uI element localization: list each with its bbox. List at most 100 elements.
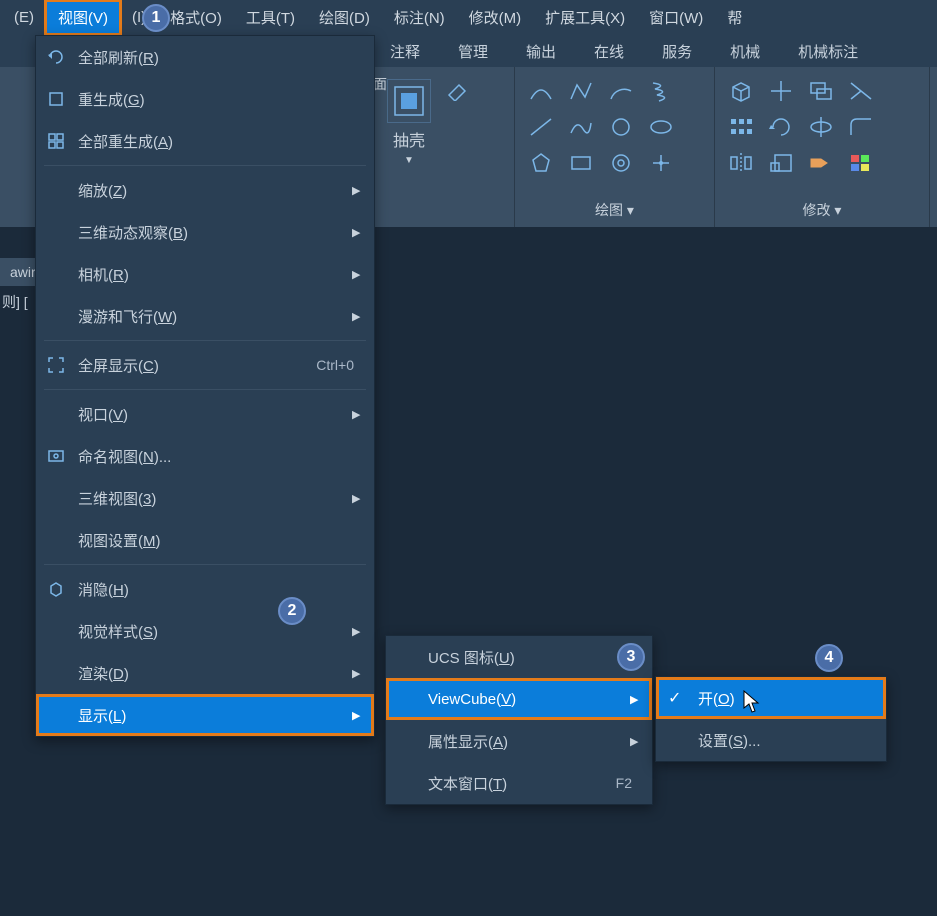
submenu-arrow-icon: ▶ xyxy=(630,735,640,748)
separator xyxy=(44,564,366,565)
menubar: (E) 视图(V) (I) 格式(O) 工具(T) 绘图(D) 标注(N) 修改… xyxy=(0,0,937,35)
menu-viewcube-settings[interactable]: 设置(S)... xyxy=(656,719,886,761)
box-icon[interactable] xyxy=(723,75,759,107)
separator xyxy=(44,389,366,390)
scale-icon[interactable] xyxy=(763,147,799,179)
rotate-icon[interactable] xyxy=(763,111,799,143)
menu-item-label: 渲染(D) xyxy=(78,663,352,684)
menu-tools[interactable]: 工具(T) xyxy=(234,1,307,34)
ribbon-tab-mechanical[interactable]: 机械 xyxy=(720,37,770,66)
ribbon-tab-annotate[interactable]: 注释 xyxy=(380,37,430,66)
menu-help[interactable]: 帮 xyxy=(715,1,754,34)
menu-3d-orbit[interactable]: 三维动态观察(B) ▶ xyxy=(36,211,374,253)
menu-fullscreen[interactable]: 全屏显示(C) Ctrl+0 xyxy=(36,344,374,386)
mirror-icon[interactable] xyxy=(723,147,759,179)
named-view-icon xyxy=(46,446,66,466)
offset-icon[interactable] xyxy=(803,75,839,107)
shell-button[interactable]: 抽壳 ▼ xyxy=(383,75,435,170)
menu-ucs-icon[interactable]: UCS 图标(U) ▶ xyxy=(386,636,652,678)
menu-view[interactable]: 视图(V) xyxy=(46,1,120,34)
spline-icon[interactable] xyxy=(563,111,599,143)
menu-zoom[interactable]: 缩放(Z) ▶ xyxy=(36,169,374,211)
stretch-icon[interactable] xyxy=(803,147,839,179)
menu-dimension[interactable]: 标注(N) xyxy=(382,1,457,34)
menu-item-label: 设置(S)... xyxy=(698,730,874,751)
menu-viewcube-on[interactable]: ✓ 开(O) xyxy=(656,677,886,719)
menu-regen[interactable]: 重生成(G) xyxy=(36,78,374,120)
menu-item-label: 开(O) xyxy=(698,688,874,709)
step-4-badge: 4 xyxy=(815,644,843,672)
menu-hide[interactable]: 消隐(H) xyxy=(36,568,374,610)
menu-attr-display[interactable]: 属性显示(A) ▶ xyxy=(386,720,652,762)
ribbon-tab-manage[interactable]: 管理 xyxy=(448,37,498,66)
dropdown-arrow-icon: ▼ xyxy=(404,155,414,166)
menu-item-label: 显示(L) xyxy=(78,705,352,726)
move-icon[interactable] xyxy=(763,75,799,107)
polyline-icon[interactable] xyxy=(563,75,599,107)
circle-icon[interactable] xyxy=(603,111,639,143)
hide-icon xyxy=(46,579,66,599)
polygon-icon[interactable] xyxy=(523,147,559,179)
menu-express[interactable]: 扩展工具(X) xyxy=(533,1,637,34)
menu-named-views[interactable]: 命名视图(N)... xyxy=(36,435,374,477)
menu-modify[interactable]: 修改(M) xyxy=(457,1,534,34)
submenu-arrow-icon: ▶ xyxy=(352,310,362,323)
menu-item-label: 视口(V) xyxy=(78,404,352,425)
menu-item-label: 相机(R) xyxy=(78,264,352,285)
menu-view-settings[interactable]: 视图设置(M) xyxy=(36,519,374,561)
status-text: 则] [ xyxy=(2,292,28,312)
menu-visual-styles[interactable]: 视觉样式(S) ▶ xyxy=(36,610,374,652)
regen-all-icon xyxy=(46,131,66,151)
ribbon-tab-online[interactable]: 在线 xyxy=(584,37,634,66)
shell-label: 抽壳 xyxy=(393,127,425,151)
color-grid-icon[interactable] xyxy=(843,147,879,179)
menu-render[interactable]: 渲染(D) ▶ xyxy=(36,652,374,694)
panel-draw-footer[interactable]: 绘图 ▾ xyxy=(519,197,710,223)
menu-viewport[interactable]: 视口(V) ▶ xyxy=(36,393,374,435)
trim-icon[interactable] xyxy=(843,75,879,107)
menu-display[interactable]: 显示(L) ▶ xyxy=(36,694,374,736)
arc2-icon[interactable] xyxy=(603,75,639,107)
rectangle-icon[interactable] xyxy=(563,147,599,179)
menu-text-window[interactable]: 文本窗口(T) F2 xyxy=(386,762,652,804)
menu-item-label: ViewCube(V) xyxy=(428,691,630,708)
ellipse-icon[interactable] xyxy=(643,111,679,143)
separator xyxy=(44,340,366,341)
array-icon[interactable] xyxy=(723,111,759,143)
menu-walk-fly[interactable]: 漫游和飞行(W) ▶ xyxy=(36,295,374,337)
helix-icon[interactable] xyxy=(643,75,679,107)
submenu-arrow-icon: ▶ xyxy=(352,625,362,638)
menu-refresh-all[interactable]: 全部刷新(R) xyxy=(36,36,374,78)
shell-icon xyxy=(387,79,431,123)
menu-item-label: 属性显示(A) xyxy=(428,731,630,752)
rotate3d-icon[interactable] xyxy=(803,111,839,143)
menu-item-label: 视图设置(M) xyxy=(78,530,362,551)
menu-item-label: 重生成(G) xyxy=(78,89,362,110)
separator xyxy=(44,165,366,166)
menu-camera[interactable]: 相机(R) ▶ xyxy=(36,253,374,295)
menu-edit[interactable]: (E) xyxy=(2,3,46,32)
arc-icon[interactable] xyxy=(523,75,559,107)
submenu-arrow-icon: ▶ xyxy=(352,709,362,722)
viewcube-submenu: ✓ 开(O) 设置(S)... xyxy=(655,676,887,762)
donut-icon[interactable] xyxy=(603,147,639,179)
submenu-arrow-icon: ▶ xyxy=(352,226,362,239)
ribbon-tab-service[interactable]: 服务 xyxy=(652,37,702,66)
ribbon-tab-output[interactable]: 输出 xyxy=(516,37,566,66)
view-dropdown: 全部刷新(R) 重生成(G) 全部重生成(A) 缩放(Z) ▶ 三维动态观察(B… xyxy=(35,35,375,737)
menu-3d-views[interactable]: 三维视图(3) ▶ xyxy=(36,477,374,519)
point-icon[interactable] xyxy=(643,147,679,179)
line-icon[interactable] xyxy=(523,111,559,143)
ribbon-tab-mech-dim[interactable]: 机械标注 xyxy=(788,37,868,66)
menu-window[interactable]: 窗口(W) xyxy=(637,1,715,34)
regen-icon xyxy=(46,89,66,109)
menu-regen-all[interactable]: 全部重生成(A) xyxy=(36,120,374,162)
menu-draw[interactable]: 绘图(D) xyxy=(307,1,382,34)
fillet-icon[interactable] xyxy=(843,111,879,143)
panel-modify-footer[interactable]: 修改 ▾ xyxy=(719,197,925,223)
menu-item-label: UCS 图标(U) xyxy=(428,647,630,668)
check-icon: ✓ xyxy=(668,688,681,708)
menu-item-label: 全部刷新(R) xyxy=(78,47,362,68)
eraser-icon[interactable] xyxy=(439,75,475,107)
menu-viewcube[interactable]: ViewCube(V) ▶ xyxy=(386,678,652,720)
